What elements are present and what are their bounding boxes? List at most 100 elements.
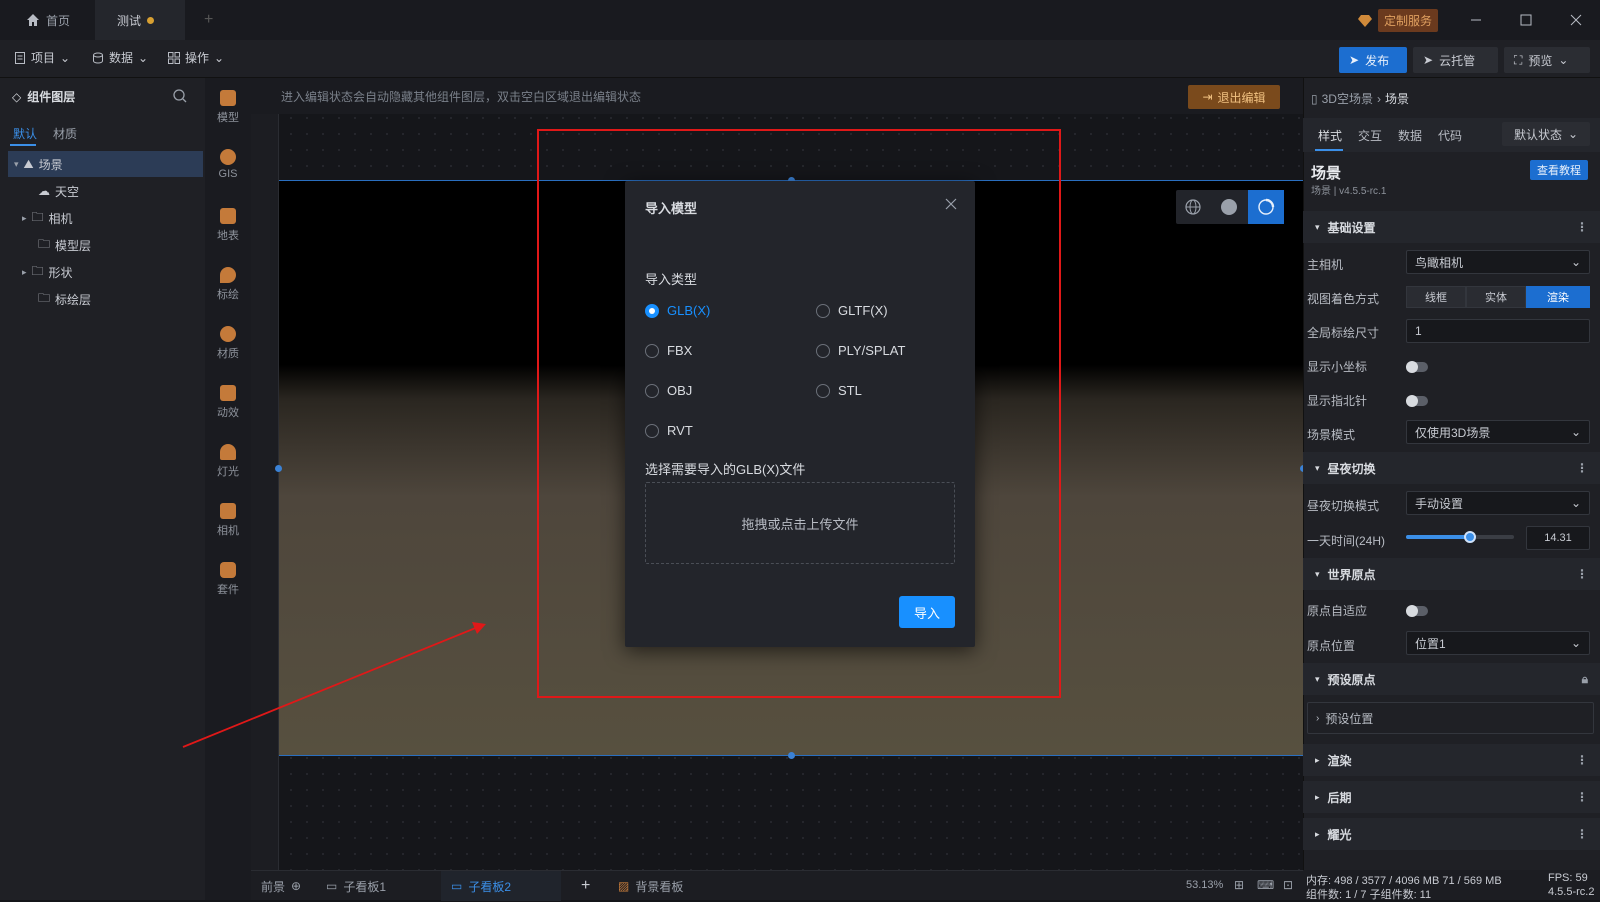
breadcrumb-item[interactable]: 3D空场景 xyxy=(1322,90,1373,107)
shading-option-solid[interactable]: 实体 xyxy=(1466,286,1526,308)
version-status: 4.5.5-rc.2 xyxy=(1548,886,1595,898)
radio-label: STL xyxy=(838,383,862,398)
radio-circle xyxy=(645,303,659,318)
radio-obj[interactable]: OBJ xyxy=(645,383,692,398)
radio-gltf[interactable]: GLTF(X) xyxy=(816,303,888,318)
plus-circle-icon[interactable]: ⊕ xyxy=(291,879,301,893)
board-tab-sub1[interactable]: ▭ 子看板1 xyxy=(316,871,436,901)
radio-circle xyxy=(645,383,659,398)
section-title: 渲染 xyxy=(1327,753,1352,768)
radio-circle xyxy=(645,423,659,438)
more-icon[interactable]: ⋮ xyxy=(1576,753,1588,767)
section-day-night[interactable]: ▾ 昼夜切换 ⋮ xyxy=(1303,452,1600,484)
tab-interaction[interactable]: 交互 xyxy=(1358,127,1382,144)
main-camera-select[interactable]: 鸟瞰相机 ⌄ xyxy=(1406,250,1590,274)
origin-position-select[interactable]: 位置1 ⌄ xyxy=(1406,631,1590,655)
board-tab-label: 子看板1 xyxy=(343,879,387,894)
day-night-mode-select[interactable]: 手动设置 ⌄ xyxy=(1406,491,1590,515)
radio-label: FBX xyxy=(667,343,693,358)
terminal-icon[interactable]: ⊡ xyxy=(1283,878,1293,892)
day-time-label: 一天时间(24H) xyxy=(1307,534,1386,548)
radio-label: OBJ xyxy=(667,383,693,398)
keyboard-icon[interactable]: ⌨ xyxy=(1257,878,1274,892)
more-icon[interactable]: ⋮ xyxy=(1576,790,1588,804)
section-render[interactable]: ▸ 渲染 ⋮ xyxy=(1303,744,1600,776)
scene-mode-label: 场景模式 xyxy=(1307,428,1356,442)
day-night-mode-label: 昼夜切换模式 xyxy=(1307,499,1380,513)
select-value: 位置1 xyxy=(1415,636,1446,651)
show-axis-label: 显示小坐标 xyxy=(1307,360,1368,374)
dialog-title: 导入模型 xyxy=(645,201,698,216)
radio-glb[interactable]: GLB(X) xyxy=(645,303,710,318)
tab-code[interactable]: 代码 xyxy=(1438,127,1462,144)
plot-size-input[interactable]: 1 xyxy=(1406,319,1590,343)
tab-data[interactable]: 数据 xyxy=(1398,127,1422,144)
breadcrumb: ▯ 3D空场景 › 场景 xyxy=(1311,90,1409,107)
close-icon[interactable] xyxy=(945,198,957,210)
more-icon[interactable]: ⋮ xyxy=(1576,567,1588,581)
caret-right-icon: ▸ xyxy=(1315,754,1320,765)
more-icon[interactable]: ⋮ xyxy=(1576,827,1588,841)
section-world-origin[interactable]: ▾ 世界原点 ⋮ xyxy=(1303,558,1600,590)
shading-option-render[interactable]: 渲染 xyxy=(1526,286,1590,308)
board-tab-label: 前景 xyxy=(261,879,286,894)
background-board-icon: ▨ xyxy=(618,879,630,893)
caret-down-icon: ▾ xyxy=(1315,221,1320,232)
board-tab-background[interactable]: ▨ 背景看板 xyxy=(608,871,693,901)
fps-status: FPS: 59 xyxy=(1548,872,1588,884)
board-tab-foreground[interactable]: 前景 ⊕ xyxy=(251,871,313,901)
show-compass-toggle[interactable] xyxy=(1406,395,1428,407)
more-icon[interactable]: ⋮ xyxy=(1576,220,1588,234)
preset-position-label: 预设位置 xyxy=(1325,711,1374,726)
import-type-label: 导入类型 xyxy=(645,272,698,287)
breadcrumb-separator: › xyxy=(1376,91,1381,106)
radio-circle xyxy=(816,343,830,358)
page-icon: ▯ xyxy=(1311,91,1318,106)
show-axis-toggle[interactable] xyxy=(1406,361,1428,373)
day-time-input[interactable]: 14.31 xyxy=(1526,526,1590,550)
tutorial-button[interactable]: 查看教程 xyxy=(1530,160,1588,180)
section-preset-origin[interactable]: ▾ 预设原点 🔒︎ xyxy=(1303,663,1600,695)
state-select[interactable]: 默认状态 ⌄ xyxy=(1502,122,1590,146)
radio-label: RVT xyxy=(667,423,693,438)
more-icon[interactable]: ⋮ xyxy=(1576,461,1588,475)
radio-stl[interactable]: STL xyxy=(816,383,862,398)
preset-position-item[interactable]: › 预设位置 xyxy=(1307,702,1594,734)
radio-ply-splat[interactable]: PLY/SPLAT xyxy=(816,343,905,358)
component-title: 场景 xyxy=(1311,165,1342,182)
chevron-down-icon: ⌄ xyxy=(1567,127,1579,141)
origin-adapt-toggle[interactable] xyxy=(1406,605,1428,617)
section-glow[interactable]: ▸ 耀光 ⋮ xyxy=(1303,818,1600,850)
caret-right-icon: › xyxy=(1316,712,1320,724)
upload-dropzone[interactable]: 拖拽或点击上传文件 xyxy=(645,482,955,564)
zoom-level[interactable]: 53.13% xyxy=(1186,879,1223,891)
select-value: 鸟瞰相机 xyxy=(1415,255,1464,270)
shading-label: 视图着色方式 xyxy=(1307,292,1380,306)
section-title: 耀光 xyxy=(1327,827,1352,842)
fit-screen-icon[interactable]: ⊞ xyxy=(1234,878,1244,892)
shading-option-wireframe[interactable]: 线框 xyxy=(1406,286,1466,308)
radio-fbx[interactable]: FBX xyxy=(645,343,692,358)
board-tab-label: 子看板2 xyxy=(468,879,512,894)
origin-position-label: 原点位置 xyxy=(1307,639,1356,653)
caret-right-icon: ▸ xyxy=(1315,791,1320,802)
lock-icon[interactable]: 🔒︎ xyxy=(1582,672,1588,687)
section-title: 基础设置 xyxy=(1327,220,1376,235)
section-post[interactable]: ▸ 后期 ⋮ xyxy=(1303,781,1600,813)
slider-fill xyxy=(1406,535,1471,539)
radio-rvt[interactable]: RVT xyxy=(645,423,693,438)
tab-style[interactable]: 样式 xyxy=(1318,127,1342,144)
input-value: 1 xyxy=(1415,324,1422,338)
status-bar: 内存: 498 / 3577 / 4096 MB 71 / 569 MB FPS… xyxy=(1303,870,1600,901)
scene-mode-select[interactable]: 仅使用3D场景 ⌄ xyxy=(1406,420,1590,444)
board-tab-label: 背景看板 xyxy=(635,879,684,894)
board-tab-sub2[interactable]: ▭ 子看板2 xyxy=(441,871,561,901)
import-button[interactable]: 导入 xyxy=(899,596,955,628)
caret-down-icon: ▾ xyxy=(1315,568,1320,579)
section-basic-settings[interactable]: ▾ 基础设置 ⋮ xyxy=(1303,211,1600,243)
day-time-slider[interactable] xyxy=(1406,531,1514,543)
add-board-button[interactable]: + xyxy=(571,871,600,901)
chevron-down-icon: ⌄ xyxy=(1570,425,1581,439)
import-model-dialog: 导入模型 导入类型 GLB(X) GLTF(X) FBX PLY/SPLAT O… xyxy=(625,181,975,647)
chevron-down-icon: ⌄ xyxy=(1570,255,1581,269)
